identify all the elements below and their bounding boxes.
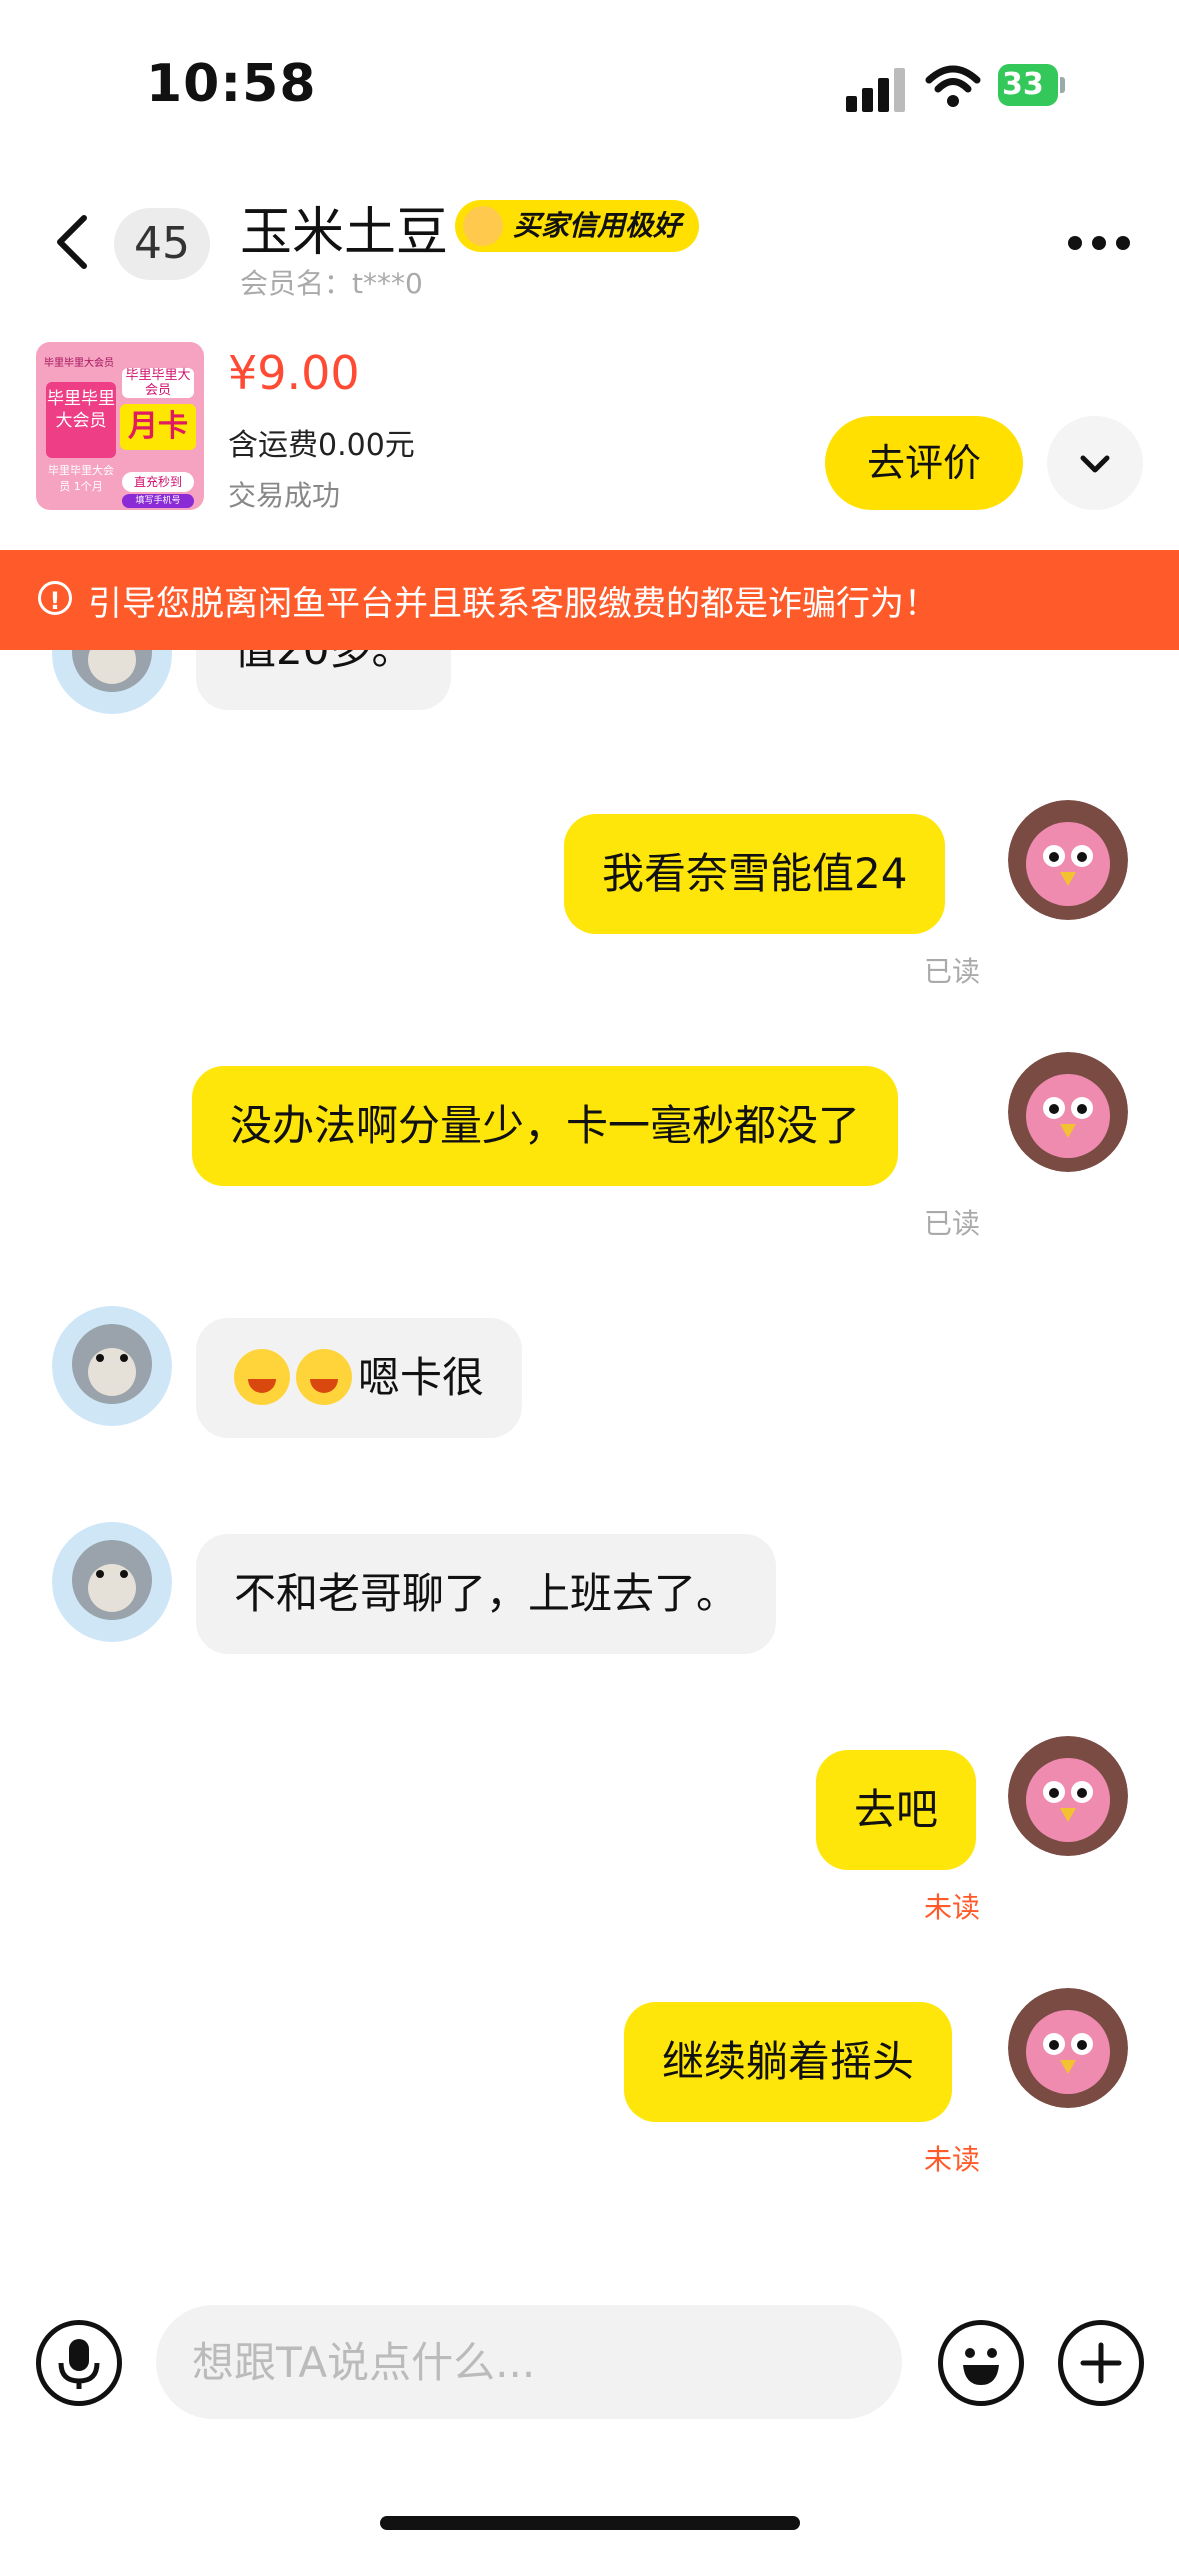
battery-icon: 33 <box>998 64 1068 106</box>
thumb-month-text: 月卡 <box>120 404 196 450</box>
unread-status: 未读 <box>924 2143 981 2176</box>
warning-text: 引导您脱离闲鱼平台并且联系客服缴费的都是诈骗行为！ <box>88 584 938 624</box>
chevron-down-icon[interactable] <box>1047 416 1143 510</box>
wifi-icon <box>925 65 981 107</box>
message-bubble-sent[interactable]: 去吧 <box>816 1750 977 1870</box>
message-text: 嗯卡很 <box>358 1353 485 1402</box>
product-thumbnail[interactable]: 毕里毕里大会员 毕里毕里大会员 毕里毕里大会员 月卡 毕里毕里大会员 1个月 直… <box>36 342 204 510</box>
shipping-fee: 含运费0.00元 <box>228 428 415 463</box>
smiley-icon[interactable] <box>938 2320 1024 2406</box>
more-options-button[interactable] <box>1064 228 1134 258</box>
thumb-foot-text: 填写手机号 <box>122 494 194 508</box>
home-indicator[interactable] <box>380 2516 800 2530</box>
member-name: 会员名：t***0 <box>240 267 423 300</box>
credit-badge[interactable]: 买家信用极好 <box>455 200 700 252</box>
cellular-signal-icon <box>846 66 908 112</box>
message-bubble-received[interactable]: 嗯卡很 <box>196 1318 523 1438</box>
message-input[interactable] <box>156 2305 902 2419</box>
my-avatar[interactable] <box>1008 1052 1128 1172</box>
unread-count-badge[interactable]: 45 <box>114 208 210 280</box>
my-avatar[interactable] <box>1008 1736 1128 1856</box>
thumb-button-text: 直充秒到 <box>122 472 194 492</box>
battery-level: 33 <box>1002 67 1044 102</box>
credit-badge-label: 买家信用极好 <box>513 209 682 242</box>
read-status: 已读 <box>924 1207 981 1240</box>
crying-laughing-emoji-icon <box>296 1348 352 1405</box>
status-time: 10:58 <box>146 54 317 114</box>
product-price: ¥9.00 <box>228 346 360 400</box>
message-bubble-received[interactable]: 不和老哥聊了，上班去了。 <box>196 1534 777 1654</box>
fraud-warning-banner: ! 引导您脱离闲鱼平台并且联系客服缴费的都是诈骗行为！ <box>0 550 1179 650</box>
seller-avatar[interactable] <box>52 1306 172 1426</box>
my-avatar[interactable] <box>1008 1988 1128 2108</box>
review-button[interactable]: 去评价 <box>825 416 1023 510</box>
back-button[interactable] <box>44 206 104 278</box>
plus-icon[interactable] <box>1058 2320 1144 2406</box>
smiley-heart-eyes-icon <box>463 206 503 246</box>
read-status: 已读 <box>924 955 981 988</box>
crying-laughing-emoji-icon <box>234 1348 290 1405</box>
message-bubble-sent[interactable]: 我看奈雪能值24 <box>564 814 946 934</box>
thumb-left-text: 毕里毕里大会员 <box>46 382 116 458</box>
thumb-right-text: 毕里毕里大会员 <box>122 368 194 398</box>
message-bubble-sent[interactable]: 没办法啊分量少，卡一毫秒都没了 <box>192 1066 899 1186</box>
seller-avatar[interactable] <box>52 650 172 714</box>
thumb-sub-text: 毕里毕里大会员 1个月 <box>48 464 114 493</box>
chat-partner-name[interactable]: 玉米土豆 <box>240 190 448 265</box>
message-bubble-sent[interactable]: 继续躺着摇头 <box>624 2002 953 2122</box>
unread-status: 未读 <box>924 1891 981 1924</box>
microphone-icon[interactable] <box>36 2320 122 2406</box>
seller-avatar[interactable] <box>52 1522 172 1642</box>
exclamation-circle-icon: ! <box>38 581 72 615</box>
my-avatar[interactable] <box>1008 800 1128 920</box>
message-list[interactable]: 值20多。 我看奈雪能值24 已读 没办法啊分量少，卡一毫秒都没了 已读 嗯卡很… <box>0 650 1179 2290</box>
message-bubble-received[interactable]: 值20多。 <box>196 650 452 710</box>
deal-status: 交易成功 <box>228 479 341 512</box>
